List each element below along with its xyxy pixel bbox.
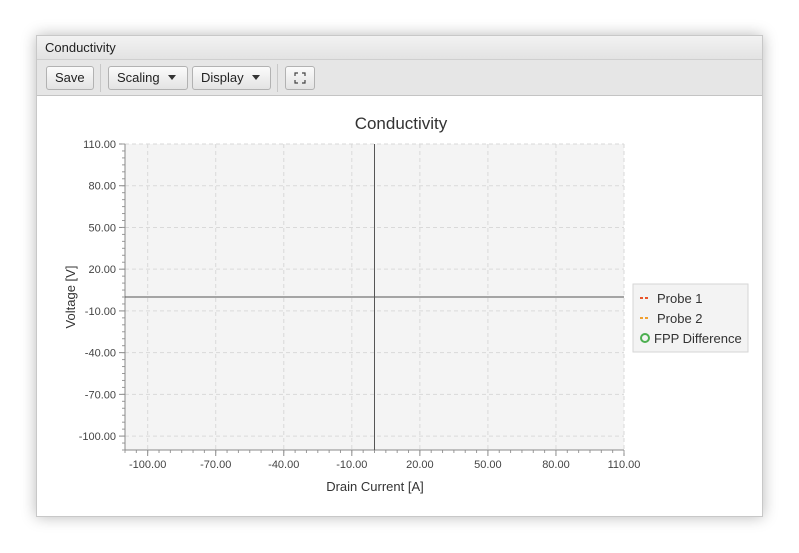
toolbar: Save Scaling Display (37, 60, 762, 96)
chevron-down-icon (251, 75, 260, 81)
toolbar-separator (100, 64, 101, 92)
window-title: Conductivity (37, 36, 762, 60)
x-tick-label: 80.00 (542, 459, 570, 471)
x-tick-label: -100.00 (129, 459, 166, 471)
y-tick-label: 20.00 (88, 264, 116, 276)
x-tick-label: 50.00 (474, 459, 502, 471)
y-axis-label: Voltage [V] (63, 266, 78, 329)
fullscreen-icon (294, 72, 306, 84)
display-dropdown-label: Display (201, 70, 244, 85)
scaling-dropdown-label: Scaling (117, 70, 160, 85)
legend-item-fpp-difference[interactable]: FPP Difference (640, 331, 742, 346)
legend: Probe 1 Probe 2 FPP Difference (632, 283, 749, 353)
x-tick-label: 110.00 (608, 459, 641, 471)
x-tick-label: -40.00 (268, 459, 299, 471)
x-tick-label: -70.00 (200, 459, 231, 471)
chevron-down-icon (167, 75, 176, 81)
y-tick-label: -70.00 (85, 389, 116, 401)
chart: Conductivity -100.00 -70.00 -40.00 -10.00 20… (63, 114, 749, 494)
legend-label-probe-1: Probe 1 (657, 291, 703, 306)
y-tick-label: 110.00 (83, 139, 116, 151)
legend-label-fpp-difference: FPP Difference (654, 331, 742, 346)
toolbar-separator (277, 64, 278, 92)
save-button[interactable]: Save (46, 66, 94, 90)
y-tick-label: 80.00 (88, 181, 116, 193)
scaling-dropdown[interactable]: Scaling (108, 66, 188, 90)
x-tick-labels: -100.00 -70.00 -40.00 -10.00 20.00 50.00 80.00… (129, 459, 640, 471)
fullscreen-button[interactable] (285, 66, 315, 90)
y-tick-label: 50.00 (88, 222, 116, 234)
x-axis-label: Drain Current [A] (326, 479, 424, 494)
chart-title: Conductivity (355, 114, 448, 133)
x-tick-label: 20.00 (406, 459, 434, 471)
y-tick-labels: 110.00 80.00 50.00 20.00 -10.00 -40.00 -70.00 -… (79, 139, 116, 443)
x-tick-label: -10.00 (336, 459, 367, 471)
conductivity-window: Conductivity Save Scaling Display Conduc… (36, 35, 763, 517)
y-tick-label: -10.00 (85, 306, 116, 318)
save-button-label: Save (55, 70, 85, 85)
y-tick-label: -40.00 (85, 348, 116, 360)
display-dropdown[interactable]: Display (192, 66, 271, 90)
y-tick-label: -100.00 (79, 431, 116, 443)
legend-label-probe-2: Probe 2 (657, 311, 703, 326)
